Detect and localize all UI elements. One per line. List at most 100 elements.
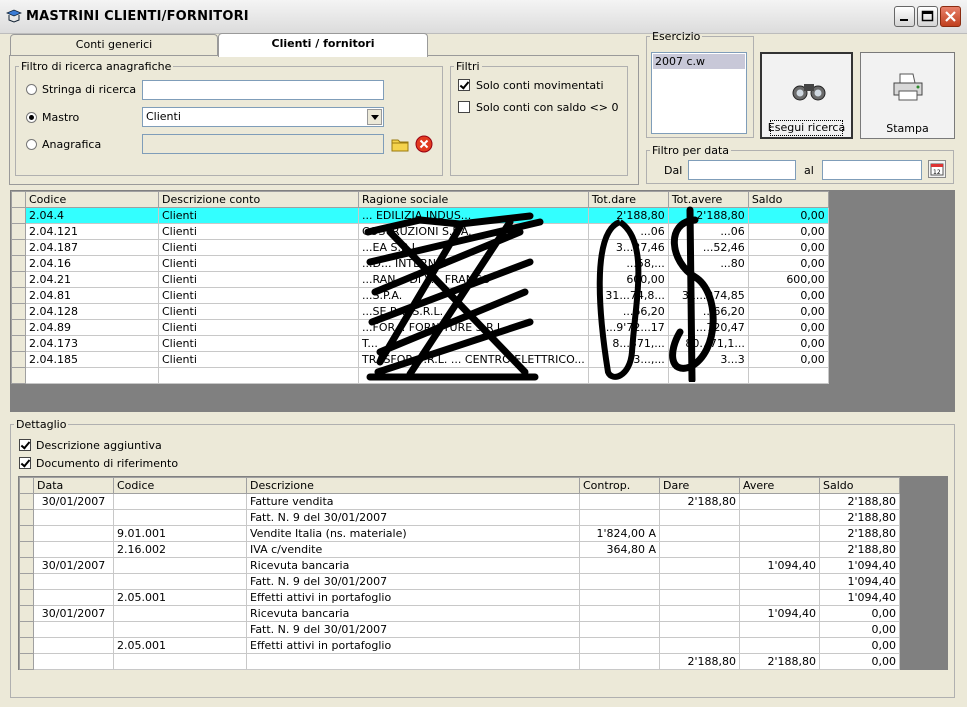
esegui-ricerca-button[interactable]: Esegui ricerca [760, 52, 853, 139]
clear-button[interactable] [414, 134, 434, 154]
table-cell [33, 541, 114, 558]
table-cell: IVA c/vendite [246, 541, 580, 558]
calendar-icon: 12 [930, 163, 944, 176]
col-descrizione-conto[interactable]: Descrizione conto [158, 191, 359, 208]
table-cell [659, 557, 740, 574]
table-cell [659, 573, 740, 590]
row-indicator[interactable] [19, 589, 34, 606]
row-indicator[interactable] [19, 525, 34, 542]
col-descrizione[interactable]: Descrizione [246, 477, 580, 494]
redaction-scribble [364, 206, 717, 382]
table-row[interactable]: 2'188,80 2'188,80 0,00 [19, 653, 900, 670]
tab-conti-generici[interactable]: Conti generici [10, 34, 218, 56]
table-cell: Clienti [158, 335, 359, 352]
col-codice[interactable]: Codice [25, 191, 159, 208]
row-indicator[interactable] [19, 573, 34, 590]
row-indicator[interactable] [11, 303, 26, 320]
table-row[interactable]: Fatt. N. 9 del 30/01/2007 1'094,40 [19, 573, 900, 590]
esercizio-item[interactable]: 2007 c.w [653, 54, 745, 69]
title-bar: MASTRINI CLIENTI/FORNITORI [0, 0, 967, 34]
folder-button[interactable] [390, 134, 410, 154]
solo-movimentati-checkbox[interactable] [458, 79, 470, 91]
col-codice[interactable]: Codice [113, 477, 247, 494]
mastro-label: Mastro [42, 111, 80, 124]
col-saldo[interactable]: Saldo [819, 477, 900, 494]
row-indicator[interactable] [19, 637, 34, 654]
row-indicator[interactable] [11, 287, 26, 304]
col-data[interactable]: Data [33, 477, 114, 494]
table-row[interactable]: 30/01/2007 Fatture vendita 2'188,80 2'188,8… [19, 493, 900, 510]
doc-riferimento-checkbox[interactable] [19, 457, 31, 469]
mastro-select[interactable]: Clienti [142, 107, 384, 127]
solo-saldo-checkbox[interactable] [458, 101, 470, 113]
calendar-button[interactable]: 12 [928, 160, 946, 178]
table-cell [739, 541, 820, 558]
table-cell: 0,00 [747, 335, 829, 352]
row-indicator[interactable] [11, 271, 26, 288]
row-indicator[interactable] [11, 239, 26, 256]
close-button[interactable] [940, 6, 961, 27]
row-indicator[interactable] [19, 653, 34, 670]
stampa-button[interactable]: Stampa [860, 52, 955, 139]
dal-input[interactable] [688, 160, 796, 180]
dettaglio-grid[interactable]: Data Codice Descrizione Controp. Dare Av… [18, 476, 948, 670]
chevron-down-icon[interactable] [367, 109, 382, 125]
col-avere[interactable]: Avere [739, 477, 820, 494]
table-cell: 2.04.21 [25, 271, 159, 288]
table-cell [25, 367, 159, 384]
tab-clienti-fornitori[interactable]: Clienti / fornitori [218, 33, 428, 57]
esercizio-list[interactable]: 2007 c.w [651, 52, 747, 134]
stringa-input[interactable] [142, 80, 384, 100]
minimize-button[interactable] [894, 6, 915, 27]
dettaglio-table: Data Codice Descrizione Controp. Dare Av… [19, 477, 900, 670]
mastro-radio[interactable] [26, 112, 37, 123]
table-row[interactable]: 2.16.002 IVA c/vendite 364,80 A 2'188,80 [19, 541, 900, 558]
table-cell [747, 367, 829, 384]
row-indicator[interactable] [11, 335, 26, 352]
table-cell [579, 621, 660, 638]
row-indicator[interactable] [19, 493, 34, 510]
table-row[interactable]: Fatt. N. 9 del 30/01/2007 2'188,80 [19, 509, 900, 526]
table-cell [579, 509, 660, 526]
col-controp[interactable]: Controp. [579, 477, 660, 494]
row-indicator[interactable] [11, 319, 26, 336]
table-cell: 30/01/2007 [33, 557, 114, 574]
stringa-radio[interactable] [26, 84, 37, 95]
row-indicator[interactable] [19, 557, 34, 574]
table-cell [739, 621, 820, 638]
table-cell [579, 605, 660, 622]
table-cell: 2'188,80 [819, 509, 900, 526]
col-saldo[interactable]: Saldo [747, 191, 829, 208]
table-row[interactable]: 2.05.001 Effetti attivi in portafoglio 0,0… [19, 637, 900, 654]
row-indicator[interactable] [11, 351, 26, 368]
table-row[interactable]: 30/01/2007 Ricevuta bancaria 1'094,40 0,00 [19, 605, 900, 622]
desc-aggiuntiva-checkbox[interactable] [19, 439, 31, 451]
row-indicator[interactable] [19, 621, 34, 638]
table-cell: Clienti [158, 303, 359, 320]
row-indicator[interactable] [11, 223, 26, 240]
maximize-button[interactable] [917, 6, 938, 27]
table-cell [33, 509, 114, 526]
table-cell [659, 637, 740, 654]
row-indicator[interactable] [19, 605, 34, 622]
anagrafica-radio[interactable] [26, 139, 37, 150]
anagrafica-input[interactable] [142, 134, 384, 154]
binoculars-icon [792, 84, 826, 101]
table-cell: 0,00 [747, 239, 829, 256]
table-row[interactable]: 30/01/2007 Ricevuta bancaria 1'094,40 1'094… [19, 557, 900, 574]
table-cell [739, 573, 820, 590]
row-indicator[interactable] [11, 255, 26, 272]
row-indicator[interactable] [19, 509, 34, 526]
al-input[interactable] [822, 160, 922, 180]
conti-grid[interactable]: Codice Descrizione conto Ragione sociale… [10, 190, 955, 412]
table-cell: 1'094,40 [819, 589, 900, 606]
row-indicator[interactable] [19, 541, 34, 558]
col-dare[interactable]: Dare [659, 477, 740, 494]
table-cell: 1'824,00 A [579, 525, 660, 542]
table-row[interactable]: Fatt. N. 9 del 30/01/2007 0,00 [19, 621, 900, 638]
row-indicator[interactable] [11, 207, 26, 224]
table-cell: 0,00 [747, 223, 829, 240]
close-icon [945, 11, 956, 22]
table-row[interactable]: 9.01.001 Vendite Italia (ns. materiale) 1'… [19, 525, 900, 542]
table-row[interactable]: 2.05.001 Effetti attivi in portafoglio 1'0… [19, 589, 900, 606]
